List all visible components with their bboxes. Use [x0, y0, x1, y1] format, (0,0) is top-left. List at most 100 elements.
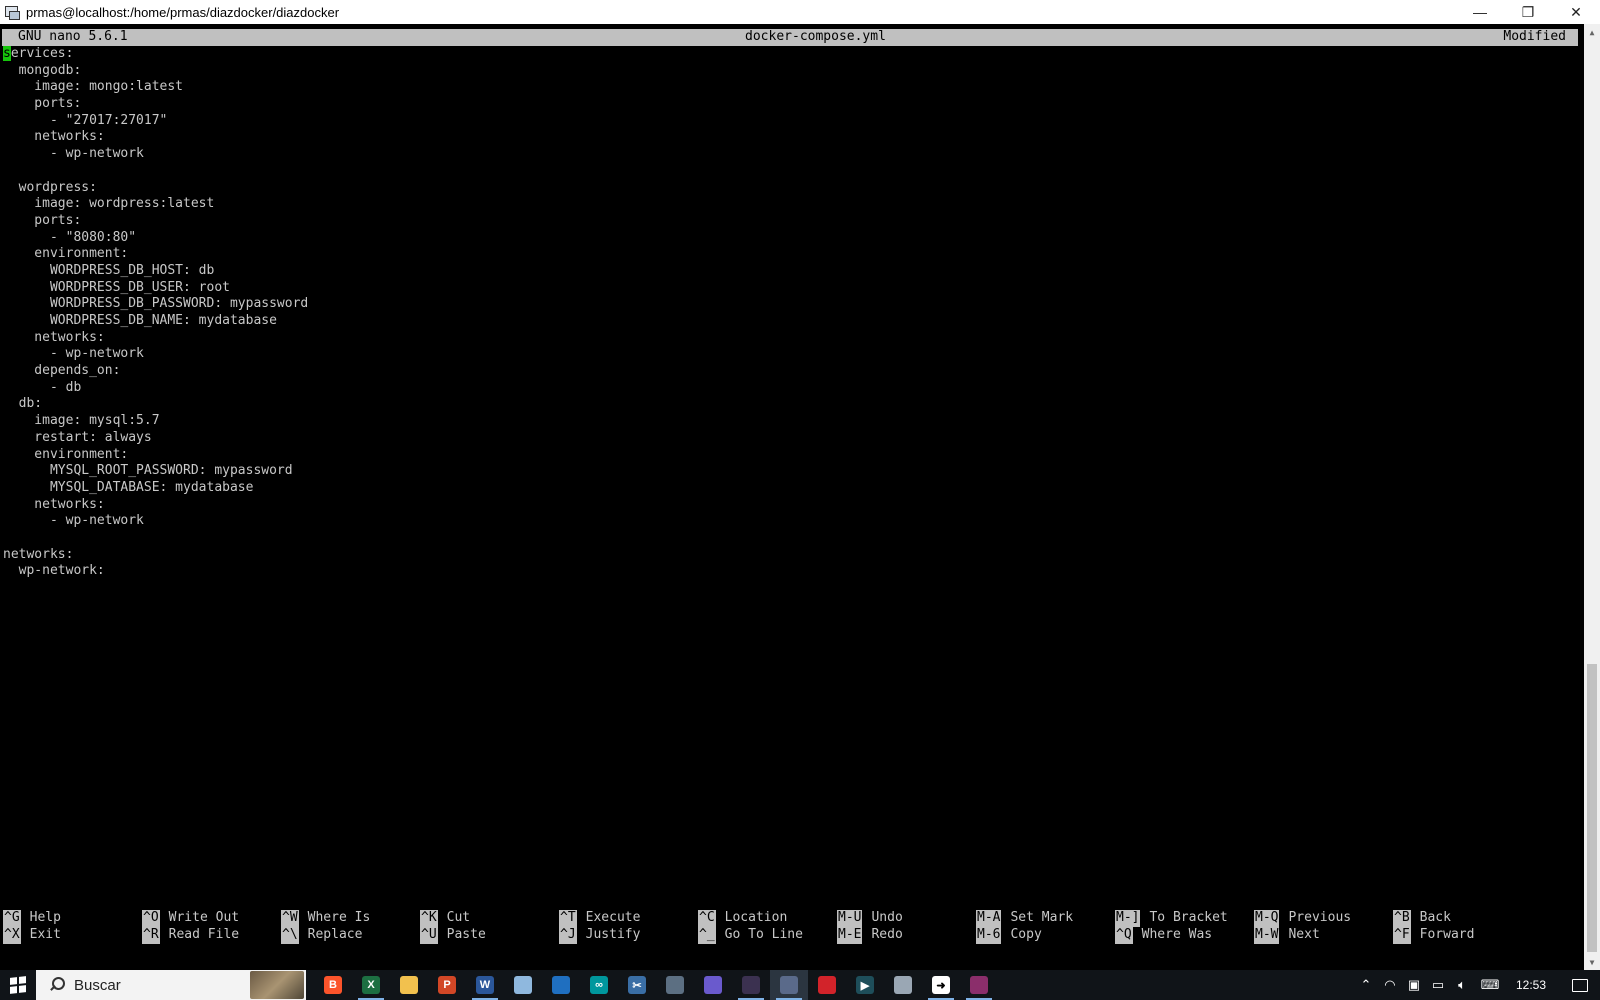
editor-line: - wp-network — [3, 146, 144, 162]
notification-center-icon[interactable] — [1560, 978, 1600, 992]
editor-line: networks: — [3, 129, 105, 145]
taskbar-app-remote-app[interactable] — [808, 970, 846, 1000]
editor-line: WORDPRESS_DB_PASSWORD: mypassword — [3, 296, 309, 312]
taskbar-app-putty[interactable] — [770, 970, 808, 1000]
shortcut-label: Where Was — [1141, 926, 1213, 942]
scroll-down-arrow-icon[interactable]: ▼ — [1584, 954, 1600, 970]
taskbar-app-word[interactable]: W — [466, 970, 504, 1000]
browser-icon — [894, 976, 912, 994]
shortcut-cut: ^K Cut — [420, 910, 470, 927]
taskbar-app-dark-app[interactable] — [732, 970, 770, 1000]
shortcut-label: Location — [724, 910, 788, 925]
taskbar-app-winrar[interactable] — [960, 970, 998, 1000]
shortcut-where-is: ^W Where Is — [281, 910, 370, 927]
system-tray: ⌃ ◠ ▣ ▭ 🔈︎ ⌨ 12:53 — [1354, 970, 1600, 1000]
taskbar-app-browser[interactable] — [884, 970, 922, 1000]
search-placeholder: Buscar — [74, 976, 121, 994]
editor-line: mongodb: — [3, 62, 82, 78]
taskbar-app-brave[interactable]: B — [314, 970, 352, 1000]
search-highlight-image — [250, 971, 304, 999]
shortcut-key: ^C — [698, 910, 716, 927]
shortcut-label: Next — [1288, 926, 1320, 942]
taskbar-app-photos[interactable] — [656, 970, 694, 1000]
restore-button[interactable]: ❐ — [1504, 0, 1552, 24]
shortcut-label: Previous — [1288, 910, 1352, 925]
taskbar-search-box[interactable]: Buscar — [36, 970, 306, 1000]
taskbar-app-database-app[interactable] — [694, 970, 732, 1000]
scrollbar-thumb[interactable] — [1587, 664, 1597, 952]
editor-line: ports: — [3, 96, 82, 112]
nano-shortcut-bar: ^G Help ^X Exit ^O Write Out ^R Read File ^W Wher… — [3, 910, 1579, 944]
shortcut-location: ^C Location — [698, 910, 787, 927]
photos-icon — [666, 976, 684, 994]
taskbar-app-arduino[interactable]: ∞ — [580, 970, 618, 1000]
terminal-app-icon: ▶ — [856, 976, 874, 994]
show-hidden-icons-chevron-icon[interactable]: ⌃ — [1354, 970, 1378, 1000]
nano-filename: docker-compose.yml — [745, 29, 886, 45]
taskbar-clock[interactable]: 12:53 — [1506, 978, 1560, 992]
editor-line: restart: always — [3, 429, 152, 445]
camera-icon[interactable]: ▣ — [1402, 970, 1426, 1000]
close-button[interactable]: ✕ — [1552, 0, 1600, 24]
shortcut-to-bracket: M-] To Bracket — [1115, 910, 1228, 927]
editor-line: image: wordpress:latest — [3, 196, 215, 212]
scroll-up-arrow-icon[interactable]: ▲ — [1584, 24, 1600, 40]
shortcut-where-was: ^Q Where Was — [1115, 926, 1213, 944]
taskbar-app-virtualbox[interactable] — [542, 970, 580, 1000]
shortcut-replace: ^\ Replace — [281, 926, 362, 944]
editor-line: environment: — [3, 246, 129, 262]
shortcut-key: ^Q — [1115, 926, 1133, 944]
terminal-area[interactable]: GNU nano 5.6.1 docker-compose.yml Modifi… — [0, 24, 1584, 970]
shortcut-key: M-A — [976, 910, 1002, 927]
start-button[interactable] — [0, 970, 36, 1000]
taskbar-app-notepad[interactable] — [504, 970, 542, 1000]
taskbar-app-file-explorer[interactable] — [390, 970, 428, 1000]
shortcut-key: M-E — [837, 926, 863, 944]
editor-line: - wp-network — [3, 346, 144, 362]
taskbar-app-snipping-tool[interactable]: ✂ — [618, 970, 656, 1000]
volume-icon[interactable]: 🔈︎ — [1450, 970, 1474, 1000]
shortcut-key: ^R — [142, 926, 160, 944]
shortcut-previous: M-Q Previous — [1254, 910, 1351, 927]
shortcut-help: ^G Help — [3, 910, 61, 927]
taskbar-app-arrow-app[interactable]: ➜ — [922, 970, 960, 1000]
vertical-scrollbar[interactable]: ▲ ▼ — [1584, 24, 1600, 970]
database-app-icon — [704, 976, 722, 994]
shortcut-label: Execute — [585, 910, 641, 925]
editor-buffer[interactable]: services: mongodb: image: mongo:latest p… — [3, 46, 1573, 580]
taskbar-app-terminal-app[interactable]: ▶ — [846, 970, 884, 1000]
editor-line: db: — [3, 396, 43, 412]
taskbar-app-excel[interactable]: X — [352, 970, 390, 1000]
shortcut-label: Exit — [29, 926, 61, 942]
word-icon: W — [476, 976, 494, 994]
keyboard-icon[interactable]: ⌨ — [1474, 970, 1506, 1000]
powerpoint-icon: P — [438, 976, 456, 994]
shortcut-write-out: ^O Write Out — [142, 910, 239, 927]
wifi-icon[interactable]: ◠ — [1378, 970, 1402, 1000]
shortcut-redo: M-E Redo — [837, 926, 903, 944]
taskbar-app-powerpoint[interactable]: P — [428, 970, 466, 1000]
terminal-window-icon — [4, 4, 20, 20]
shortcut-label: Copy — [1010, 926, 1042, 942]
shortcut-key: ^_ — [698, 926, 716, 944]
shortcut-label: Cut — [446, 910, 471, 925]
shortcut-label: Go To Line — [724, 926, 803, 942]
shortcut-key: ^X — [3, 926, 21, 944]
shortcut-label: Undo — [871, 910, 903, 925]
putty-icon — [780, 976, 798, 994]
editor-line: networks: — [3, 496, 105, 512]
battery-icon[interactable]: ▭ — [1426, 970, 1450, 1000]
shortcut-read-file: ^R Read File — [142, 926, 239, 944]
shortcut-paste: ^U Paste — [420, 926, 486, 944]
nano-version: GNU nano 5.6.1 — [18, 29, 128, 45]
shortcut-label: Help — [29, 910, 61, 925]
shortcut-label: Back — [1419, 910, 1451, 925]
file-explorer-icon — [400, 976, 418, 994]
shortcut-key: M-Q — [1254, 910, 1280, 927]
shortcut-execute: ^T Execute — [559, 910, 640, 927]
shortcut-key: ^T — [559, 910, 577, 927]
shortcut-label: Set Mark — [1010, 910, 1074, 925]
minimize-button[interactable]: — — [1456, 0, 1504, 24]
